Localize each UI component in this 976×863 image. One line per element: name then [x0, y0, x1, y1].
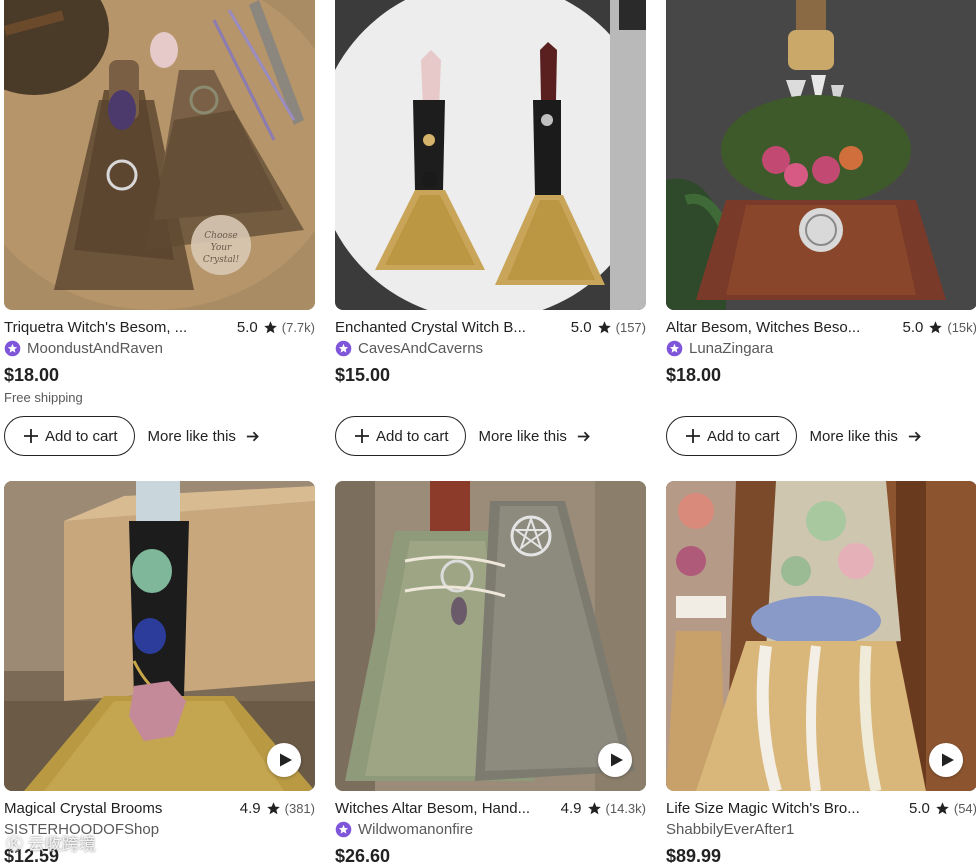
- listing-photo-witches-altar-besom: [335, 481, 646, 791]
- star-icon: [936, 801, 949, 814]
- shop-name[interactable]: ShabbilyEverAfter1: [666, 821, 794, 838]
- shop-name[interactable]: LunaZingara: [689, 340, 773, 357]
- listing-rating: 4.9 (381): [240, 800, 315, 817]
- listing-card[interactable]: Enchanted Crystal Witch B... 5.0 (157) C…: [335, 0, 646, 456]
- review-count: (7.7k): [281, 319, 315, 335]
- add-to-cart-label: Add to cart: [45, 427, 118, 445]
- rating-score: 5.0: [902, 318, 924, 336]
- listing-rating: 5.0 (157): [571, 319, 646, 336]
- listing-photo-magical-crystal-brooms: [4, 481, 315, 791]
- listing-photo-life-size-witch-broom: [666, 481, 976, 791]
- listing-price: $26.60: [335, 846, 391, 863]
- more-like-this-link[interactable]: More like this: [479, 428, 591, 445]
- svg-text:Your: Your: [211, 243, 232, 253]
- listing-photo-crystal-brooms: [335, 0, 646, 310]
- svg-text:Crystal!: Crystal!: [203, 255, 240, 265]
- review-count: (54): [953, 800, 976, 816]
- review-count: (14.3k): [605, 800, 646, 816]
- star-seller-badge-icon: [335, 821, 352, 837]
- listing-photo-altar-besom: [666, 0, 976, 310]
- star-seller-badge-icon: [335, 340, 352, 356]
- shipping-badge: Free shipping: [4, 390, 83, 405]
- play-icon: [279, 753, 292, 767]
- listing-image[interactable]: [335, 481, 646, 791]
- listing-card[interactable]: Altar Besom, Witches Beso... 5.0 (15k) L…: [666, 0, 976, 456]
- listing-title[interactable]: Life Size Magic Witch's Bro...: [666, 800, 860, 817]
- listing-image[interactable]: [666, 481, 976, 791]
- rating-score: 5.0: [570, 318, 592, 336]
- review-count: (381): [284, 800, 315, 816]
- listing-price: $18.00: [4, 365, 60, 385]
- plus-icon: [355, 429, 369, 443]
- more-like-this-label: More like this: [147, 427, 236, 445]
- more-like-this-label: More like this: [478, 427, 567, 445]
- listing-card[interactable]: Choose Your Crystal! Triquetra Witch's B…: [4, 0, 315, 456]
- listing-rating: 5.0 (7.7k): [237, 319, 315, 336]
- play-video-button[interactable]: [267, 743, 301, 777]
- listing-card[interactable]: Life Size Magic Witch's Bro... 5.0 (54) …: [666, 481, 976, 863]
- add-to-cart-button[interactable]: Add to cart: [4, 416, 135, 456]
- watermark-text: Ⓚ 云收跨境: [6, 835, 96, 854]
- review-count: (15k): [947, 319, 976, 335]
- rating-score: 5.0: [236, 318, 258, 336]
- listing-card[interactable]: Witches Altar Besom, Hand... 4.9 (14.3k)…: [335, 481, 646, 863]
- add-to-cart-label: Add to cart: [707, 427, 780, 445]
- play-video-button[interactable]: [929, 743, 963, 777]
- arrow-right-icon: [246, 431, 259, 441]
- star-icon: [929, 320, 943, 333]
- shop-name[interactable]: Wildwomanonfire: [358, 821, 473, 838]
- add-to-cart-button[interactable]: Add to cart: [666, 416, 797, 456]
- listing-title[interactable]: Witches Altar Besom, Hand...: [335, 800, 530, 817]
- listing-rating: 5.0 (15k): [903, 319, 976, 336]
- star-icon: [597, 320, 611, 333]
- listing-photo-triquetra-besom: Choose Your Crystal!: [4, 0, 315, 310]
- more-like-this-link[interactable]: More like this: [148, 428, 260, 445]
- rating-score: 4.9: [560, 799, 582, 817]
- review-count: (157): [615, 319, 646, 335]
- play-video-button[interactable]: [598, 743, 632, 777]
- star-icon: [587, 801, 601, 814]
- rating-score: 4.9: [239, 799, 261, 817]
- listing-price: $18.00: [666, 365, 722, 385]
- plus-icon: [686, 429, 700, 443]
- rating-score: 5.0: [909, 799, 930, 817]
- listing-grid: Choose Your Crystal! Triquetra Witch's B…: [0, 0, 976, 863]
- more-like-this-label: More like this: [809, 427, 898, 445]
- arrow-right-icon: [908, 431, 921, 441]
- plus-icon: [24, 429, 38, 443]
- image-overlay-text: Choose: [204, 231, 237, 241]
- listing-title[interactable]: Altar Besom, Witches Beso...: [666, 319, 860, 336]
- listing-image[interactable]: [335, 0, 646, 310]
- listing-image[interactable]: Choose Your Crystal!: [4, 0, 315, 310]
- star-seller-badge-icon: [4, 340, 21, 356]
- play-icon: [610, 753, 623, 767]
- listing-price: $15.00: [335, 365, 391, 385]
- play-icon: [941, 753, 954, 767]
- star-icon: [264, 320, 277, 333]
- more-like-this-link[interactable]: More like this: [810, 428, 922, 445]
- listing-rating: 4.9 (14.3k): [561, 800, 646, 817]
- shop-name[interactable]: MoondustAndRaven: [27, 340, 163, 357]
- arrow-right-icon: [577, 431, 590, 441]
- star-seller-badge-icon: [666, 340, 683, 356]
- listing-price: $89.99: [666, 846, 722, 863]
- add-to-cart-label: Add to cart: [376, 427, 449, 445]
- listing-card[interactable]: Magical Crystal Brooms 4.9 (381) SISTERH…: [4, 481, 315, 863]
- listing-title[interactable]: Enchanted Crystal Witch B...: [335, 319, 526, 336]
- listing-rating: 5.0 (54): [909, 800, 976, 817]
- star-icon: [266, 801, 280, 814]
- add-to-cart-button[interactable]: Add to cart: [335, 416, 466, 456]
- listing-image[interactable]: [4, 481, 315, 791]
- listing-title[interactable]: Triquetra Witch's Besom, ...: [4, 319, 187, 336]
- listing-title[interactable]: Magical Crystal Brooms: [4, 800, 162, 817]
- shop-name[interactable]: CavesAndCaverns: [358, 340, 483, 357]
- listing-image[interactable]: [666, 0, 976, 310]
